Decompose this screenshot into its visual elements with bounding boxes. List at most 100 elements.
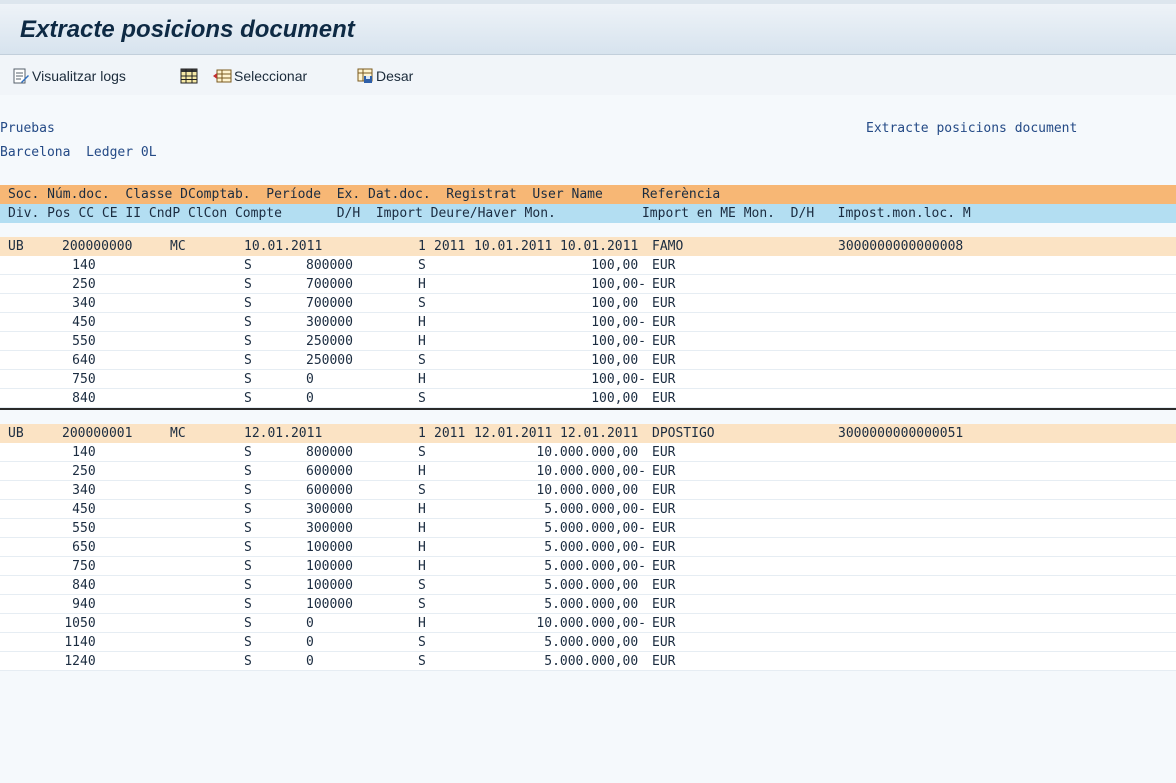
amount: 5.000.000,00- [544,559,646,574]
line-item-row[interactable]: 8 40 S 0 S 100,00 EUR [0,389,1176,408]
debit-credit-indicator: H [418,464,426,479]
account-type: S [244,445,252,460]
currency: EUR [652,597,676,612]
amount: 10.000.000,00 [536,483,646,498]
item-position: 8 [72,578,80,593]
debit-credit-indicator: H [418,502,426,517]
debit-credit-indicator: H [418,521,426,536]
grid-layout-button[interactable] [180,66,200,86]
debit-credit-indicator: S [418,578,426,593]
posting-key: 50 [80,464,96,479]
amount: 5.000.000,00 [544,635,646,650]
item-position: 3 [72,296,80,311]
currency: EUR [652,277,676,292]
line-item-row[interactable]: 5 50 S 300000 H 5.000.000,00- EUR [0,519,1176,538]
posting-key: 40 [80,258,96,273]
amount: 100,00 [591,391,646,406]
page-title: Extracte posicions document [20,16,355,43]
document-header-row[interactable]: UB 200000000 MC 10.01.2011 1 2011 10.01.2011 10… [0,237,1176,256]
debit-credit-indicator: S [418,353,426,368]
currency: EUR [652,464,676,479]
debit-credit-indicator: H [418,315,426,330]
account-number: 100000 [306,540,353,555]
document-type: MC [170,239,186,254]
item-position: 7 [72,559,80,574]
amount: 100,00- [591,372,646,387]
debit-credit-indicator: H [418,334,426,349]
period: 1 [418,426,426,441]
line-item-row[interactable]: 8 40 S 100000 S 5.000.000,00 EUR [0,576,1176,595]
item-position: 6 [72,540,80,555]
debit-credit-indicator: S [418,258,426,273]
account-number: 0 [306,391,314,406]
currency: EUR [652,483,676,498]
account-number: 700000 [306,277,353,292]
account-type: S [244,502,252,517]
amount: 100,00- [591,315,646,330]
debit-credit-indicator: S [418,483,426,498]
account-type: S [244,334,252,349]
line-item-row[interactable]: 10 50 S 0 H 10.000.000,00- EUR [0,614,1176,633]
block-spacer [0,223,1176,237]
account-type: S [244,277,252,292]
document-header-row[interactable]: UB 200000001 MC 12.01.2011 1 2011 12.01.2011 12… [0,424,1176,443]
item-position: 7 [72,372,80,387]
currency: EUR [652,578,676,593]
item-position: 5 [72,521,80,536]
line-item-row[interactable]: 3 40 S 600000 S 10.000.000,00 EUR [0,481,1176,500]
column-header-row-1-text: Soc. Núm.doc. Classe DComptab. Període E… [8,187,721,202]
account-number: 0 [306,616,314,631]
item-position: 3 [72,483,80,498]
select-layout-icon [213,69,232,83]
amount: 10.000.000,00 [536,445,646,460]
document-pencil-icon [13,68,29,84]
amount: 100,00 [591,258,646,273]
line-item-row[interactable]: 7 50 S 0 H 100,00- EUR [0,370,1176,389]
document-line-items-list: Soc. Núm.doc. Classe DComptab. Període E… [0,185,1176,671]
line-item-row[interactable]: 6 50 S 100000 H 5.000.000,00- EUR [0,538,1176,557]
currency: EUR [652,296,676,311]
line-item-row[interactable]: 2 50 S 700000 H 100,00- EUR [0,275,1176,294]
user-name: FAMO [652,239,684,254]
line-item-row[interactable]: 5 50 S 250000 H 100,00- EUR [0,332,1176,351]
report-header-title: Extracte posicions document [866,121,1078,136]
account-number: 250000 [306,353,353,368]
block-spacer [0,410,1176,424]
view-logs-button[interactable]: Visualitzar logs [12,66,126,86]
debit-credit-indicator: H [418,540,426,555]
currency: EUR [652,334,676,349]
posting-key: 50 [80,559,96,574]
account-type: S [244,635,252,650]
amount: 5.000.000,00 [544,597,646,612]
posting-key: 40 [80,635,96,650]
application-toolbar: Visualitzar logs Seleccionar Desar [0,55,1176,95]
line-item-row[interactable]: 7 50 S 100000 H 5.000.000,00- EUR [0,557,1176,576]
account-type: S [244,391,252,406]
view-logs-label: Visualitzar logs [32,68,126,84]
currency: EUR [652,654,676,669]
item-position: 2 [72,464,80,479]
account-type: S [244,464,252,479]
line-item-row[interactable]: 9 40 S 100000 S 5.000.000,00 EUR [0,595,1176,614]
line-item-row[interactable]: 6 40 S 250000 S 100,00 EUR [0,351,1176,370]
line-item-row[interactable]: 4 50 S 300000 H 100,00- EUR [0,313,1176,332]
account-type: S [244,559,252,574]
account-number: 800000 [306,258,353,273]
amount: 5.000.000,00 [544,654,646,669]
line-item-row[interactable]: 3 40 S 700000 S 100,00 EUR [0,294,1176,313]
line-item-row[interactable]: 11 40 S 0 S 5.000.000,00 EUR [0,633,1176,652]
amount: 100,00- [591,334,646,349]
item-position: 1 [72,258,80,273]
item-position: 6 [72,353,80,368]
save-layout-button[interactable]: Desar [356,66,413,86]
line-item-row[interactable]: 1 40 S 800000 S 10.000.000,00 EUR [0,443,1176,462]
select-layout-button[interactable]: Seleccionar [212,66,307,86]
line-item-row[interactable]: 1 40 S 800000 S 100,00 EUR [0,256,1176,275]
line-item-row[interactable]: 12 40 S 0 S 5.000.000,00 EUR [0,652,1176,671]
line-item-row[interactable]: 2 50 S 600000 H 10.000.000,00- EUR [0,462,1176,481]
posting-key: 40 [80,597,96,612]
account-type: S [244,258,252,273]
line-item-row[interactable]: 4 50 S 300000 H 5.000.000,00- EUR [0,500,1176,519]
debit-credit-indicator: H [418,616,426,631]
currency: EUR [652,315,676,330]
